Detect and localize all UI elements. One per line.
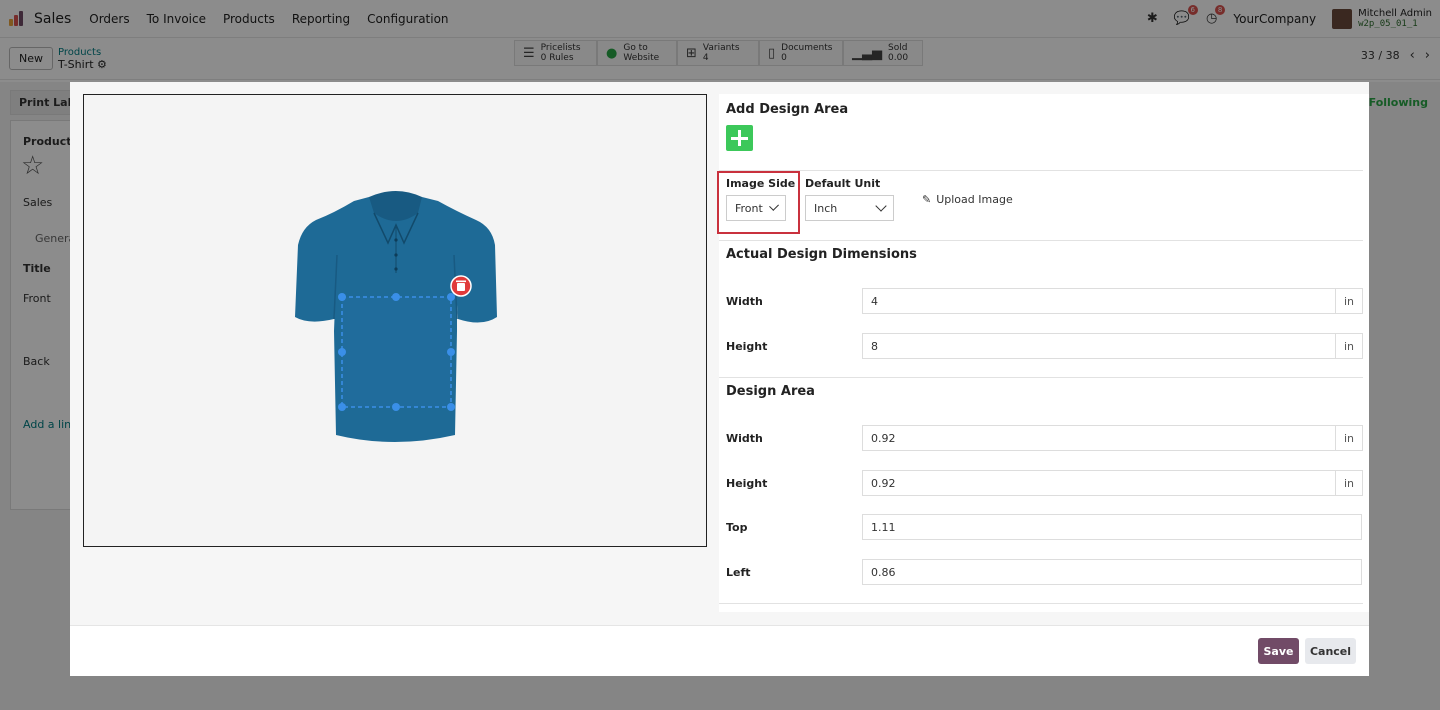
area-width-unit: in [1336, 425, 1363, 451]
design-area-selection [341, 296, 452, 408]
area-left-input[interactable]: 0.86 [862, 559, 1362, 585]
pencil-icon: ✎ [922, 193, 932, 206]
divider [719, 240, 1363, 241]
actual-width-label: Width [726, 295, 763, 308]
save-button[interactable]: Save [1258, 638, 1299, 664]
image-side-value: Front [735, 201, 763, 215]
shirt-preview [295, 191, 497, 442]
design-canvas[interactable] [83, 94, 707, 547]
add-design-area-title: Add Design Area [726, 102, 849, 117]
actual-width-input[interactable]: 4 [862, 288, 1336, 314]
image-side-label: Image Side [726, 177, 796, 190]
area-height-label: Height [726, 477, 768, 490]
actual-height-input[interactable]: 8 [862, 333, 1336, 359]
chevron-down-icon [875, 200, 887, 212]
actual-dimensions-title: Actual Design Dimensions [726, 247, 917, 262]
dialog-footer: Save Cancel [70, 625, 1369, 676]
area-left-label: Left [726, 566, 751, 579]
default-unit-select[interactable]: Inch [805, 195, 894, 221]
divider [719, 603, 1363, 604]
actual-width-unit: in [1336, 288, 1363, 314]
design-settings-panel: Add Design Area Image Side Front Default… [717, 94, 1369, 612]
add-design-area-button[interactable] [726, 125, 753, 151]
image-side-select[interactable]: Front [726, 195, 786, 221]
design-area-title: Design Area [726, 384, 815, 399]
upload-image-label: Upload Image [936, 193, 1013, 206]
delete-area-button [450, 275, 472, 297]
divider [719, 170, 1363, 171]
actual-height-label: Height [726, 340, 768, 353]
area-height-unit: in [1336, 470, 1363, 496]
upload-image-button[interactable]: ✎ Upload Image [922, 193, 1013, 206]
default-unit-value: Inch [814, 201, 838, 215]
chevron-down-icon [768, 200, 779, 212]
area-height-input[interactable]: 0.92 [862, 470, 1336, 496]
area-top-input[interactable]: 1.11 [862, 514, 1362, 540]
default-unit-label: Default Unit [805, 177, 881, 190]
area-width-input[interactable]: 0.92 [862, 425, 1336, 451]
actual-height-unit: in [1336, 333, 1363, 359]
design-area-dialog: Add Design Area Image Side Front Default… [70, 82, 1369, 676]
area-top-label: Top [726, 521, 748, 534]
divider [719, 377, 1363, 378]
cancel-button[interactable]: Cancel [1305, 638, 1356, 664]
area-width-label: Width [726, 432, 763, 445]
dialog-body: Add Design Area Image Side Front Default… [70, 82, 1369, 625]
